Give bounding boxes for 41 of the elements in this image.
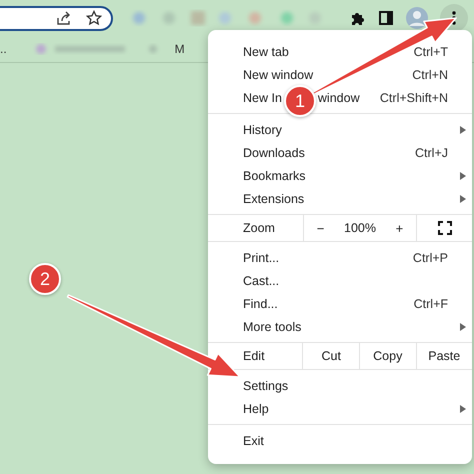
zoom-label: Zoom: [242, 220, 276, 237]
blurred-icon[interactable]: [133, 12, 145, 24]
blurred-icon[interactable]: [163, 12, 175, 24]
shortcut-text: Ctrl+T: [414, 44, 448, 58]
blurred-icon[interactable]: [191, 11, 205, 25]
shortcut-text: Ctrl+F: [414, 296, 448, 310]
blurred-icon[interactable]: [281, 12, 293, 24]
menu-item[interactable]: Extensions: [243, 192, 304, 206]
blurred-icon[interactable]: [219, 12, 231, 24]
menu-item[interactable]: Bookmarks: [243, 168, 306, 182]
bookmark-item[interactable]: M: [174, 42, 185, 56]
menu-item[interactable]: Find...: [243, 296, 278, 310]
avatar-icon[interactable]: [406, 7, 428, 29]
shortcut-text: Ctrl+J: [415, 146, 448, 160]
menu-item[interactable]: New tab: [243, 44, 289, 58]
zoom-level: 100%: [344, 221, 376, 235]
menu-item[interactable]: Downloads: [243, 146, 305, 160]
menu-item[interactable]: Settings: [243, 378, 288, 392]
address-bar[interactable]: [0, 6, 113, 30]
menu-item[interactable]: Help: [243, 402, 269, 416]
puzzle-icon[interactable]: [350, 10, 366, 26]
star-icon[interactable]: [86, 10, 102, 26]
menu-item[interactable]: Print...: [243, 250, 280, 264]
menu-item[interactable]: New window: [243, 68, 314, 82]
blurred-icon[interactable]: [249, 12, 261, 24]
share-icon[interactable]: [56, 10, 72, 26]
zoom-in-button[interactable]: +: [390, 218, 410, 238]
menu-item[interactable]: New In: [243, 90, 282, 104]
zoom-out-button[interactable]: −: [310, 218, 330, 238]
bookmarks-overflow[interactable]: ..: [0, 42, 7, 56]
side-panel-icon[interactable]: [378, 10, 394, 26]
shortcut-text: Ctrl+Shift+N: [380, 90, 448, 104]
menu-item[interactable]: Cast...: [243, 274, 280, 288]
menu-item-label-end: window: [318, 90, 360, 104]
edit-label: Edit: [242, 348, 266, 365]
shortcut-text: Ctrl+P: [412, 250, 448, 264]
menu-item[interactable]: More tools: [243, 320, 302, 334]
shortcut-text: Ctrl+N: [412, 68, 448, 82]
menu-item[interactable]: History: [243, 122, 282, 136]
step-badge: 2: [29, 263, 61, 295]
menu-item[interactable]: Exit: [243, 434, 264, 448]
